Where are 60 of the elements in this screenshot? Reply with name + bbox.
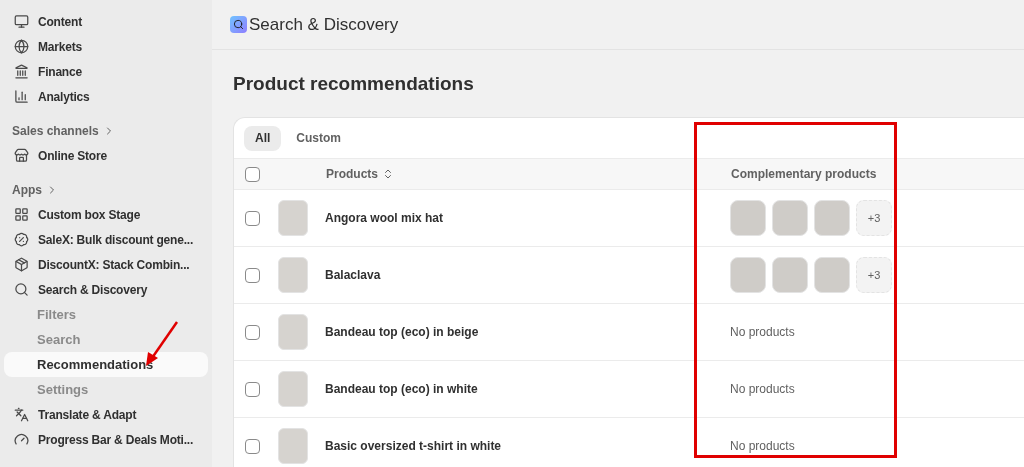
nav-item[interactable]: Finance [4,59,208,84]
row-checkbox[interactable] [245,438,260,454]
filter-tab[interactable]: Custom [285,125,352,151]
row-checkbox[interactable] [245,324,260,340]
section-heading[interactable]: Sales channels [4,118,208,143]
product-name: Balaclava [325,267,382,284]
nav-item[interactable]: Progress Bar & Deals Moti... [4,427,208,452]
select-all-checkbox[interactable] [245,166,260,182]
empty-text: No products [730,381,795,398]
product-thumbnail [278,314,308,350]
product-thumbnail [772,257,808,293]
monitor-icon [14,14,29,29]
filter-tab[interactable]: All [244,125,282,151]
bar-chart-icon [14,89,29,104]
product-thumbnail [730,200,766,236]
product-thumbnail [730,257,766,293]
nav-item[interactable]: Search & Discovery [4,277,208,302]
nav-item[interactable]: Translate & Adapt [4,402,208,427]
search-icon [14,282,29,297]
percent-icon [14,232,29,247]
globe-icon [14,39,29,54]
more-count: +3 [856,200,892,236]
app-title: Search & Discovery [249,13,399,36]
package-icon [14,257,29,272]
nav-item[interactable]: Custom box Stage [4,202,208,227]
bank-icon [14,64,29,79]
app-logo-icon [230,16,247,33]
sort-icon [382,168,394,180]
product-thumbnail [278,428,308,464]
more-count: +3 [856,257,892,293]
row-checkbox[interactable] [245,267,260,283]
nav-item[interactable]: SaleX: Bulk discount gene... [4,227,208,252]
product-thumbnail [278,371,308,407]
grid-icon [14,207,29,222]
column-header[interactable]: Products [326,165,731,183]
product-name: Bandeau top (eco) in white [325,381,479,398]
product-name: Basic oversized t-shirt in white [325,438,503,455]
product-name: Angora wool mix hat [325,210,444,227]
empty-text: No products [730,438,795,455]
product-thumbnail [278,200,308,236]
gauge-icon [14,432,29,447]
nav-item[interactable]: Markets [4,34,208,59]
nav-subitem[interactable]: Recommendations [4,352,208,377]
page-title: Product recommendations [233,72,475,96]
product-name: Bandeau top (eco) in beige [325,324,480,341]
store-icon [14,148,29,163]
nav-item[interactable]: DiscountX: Stack Combin... [4,252,208,277]
translate-icon [14,407,29,422]
empty-text: No products [730,324,795,341]
product-thumbnail [814,200,850,236]
product-thumbnail [814,257,850,293]
section-heading[interactable]: Apps [4,177,208,202]
nav-item[interactable]: Analytics [4,84,208,109]
nav-item[interactable]: Content [4,9,208,34]
nav-item[interactable]: Online Store [4,143,208,168]
row-checkbox[interactable] [245,381,260,397]
product-thumbnail [278,257,308,293]
column-header: Complementary products [731,166,877,183]
row-checkbox[interactable] [245,210,260,226]
product-thumbnail [772,200,808,236]
